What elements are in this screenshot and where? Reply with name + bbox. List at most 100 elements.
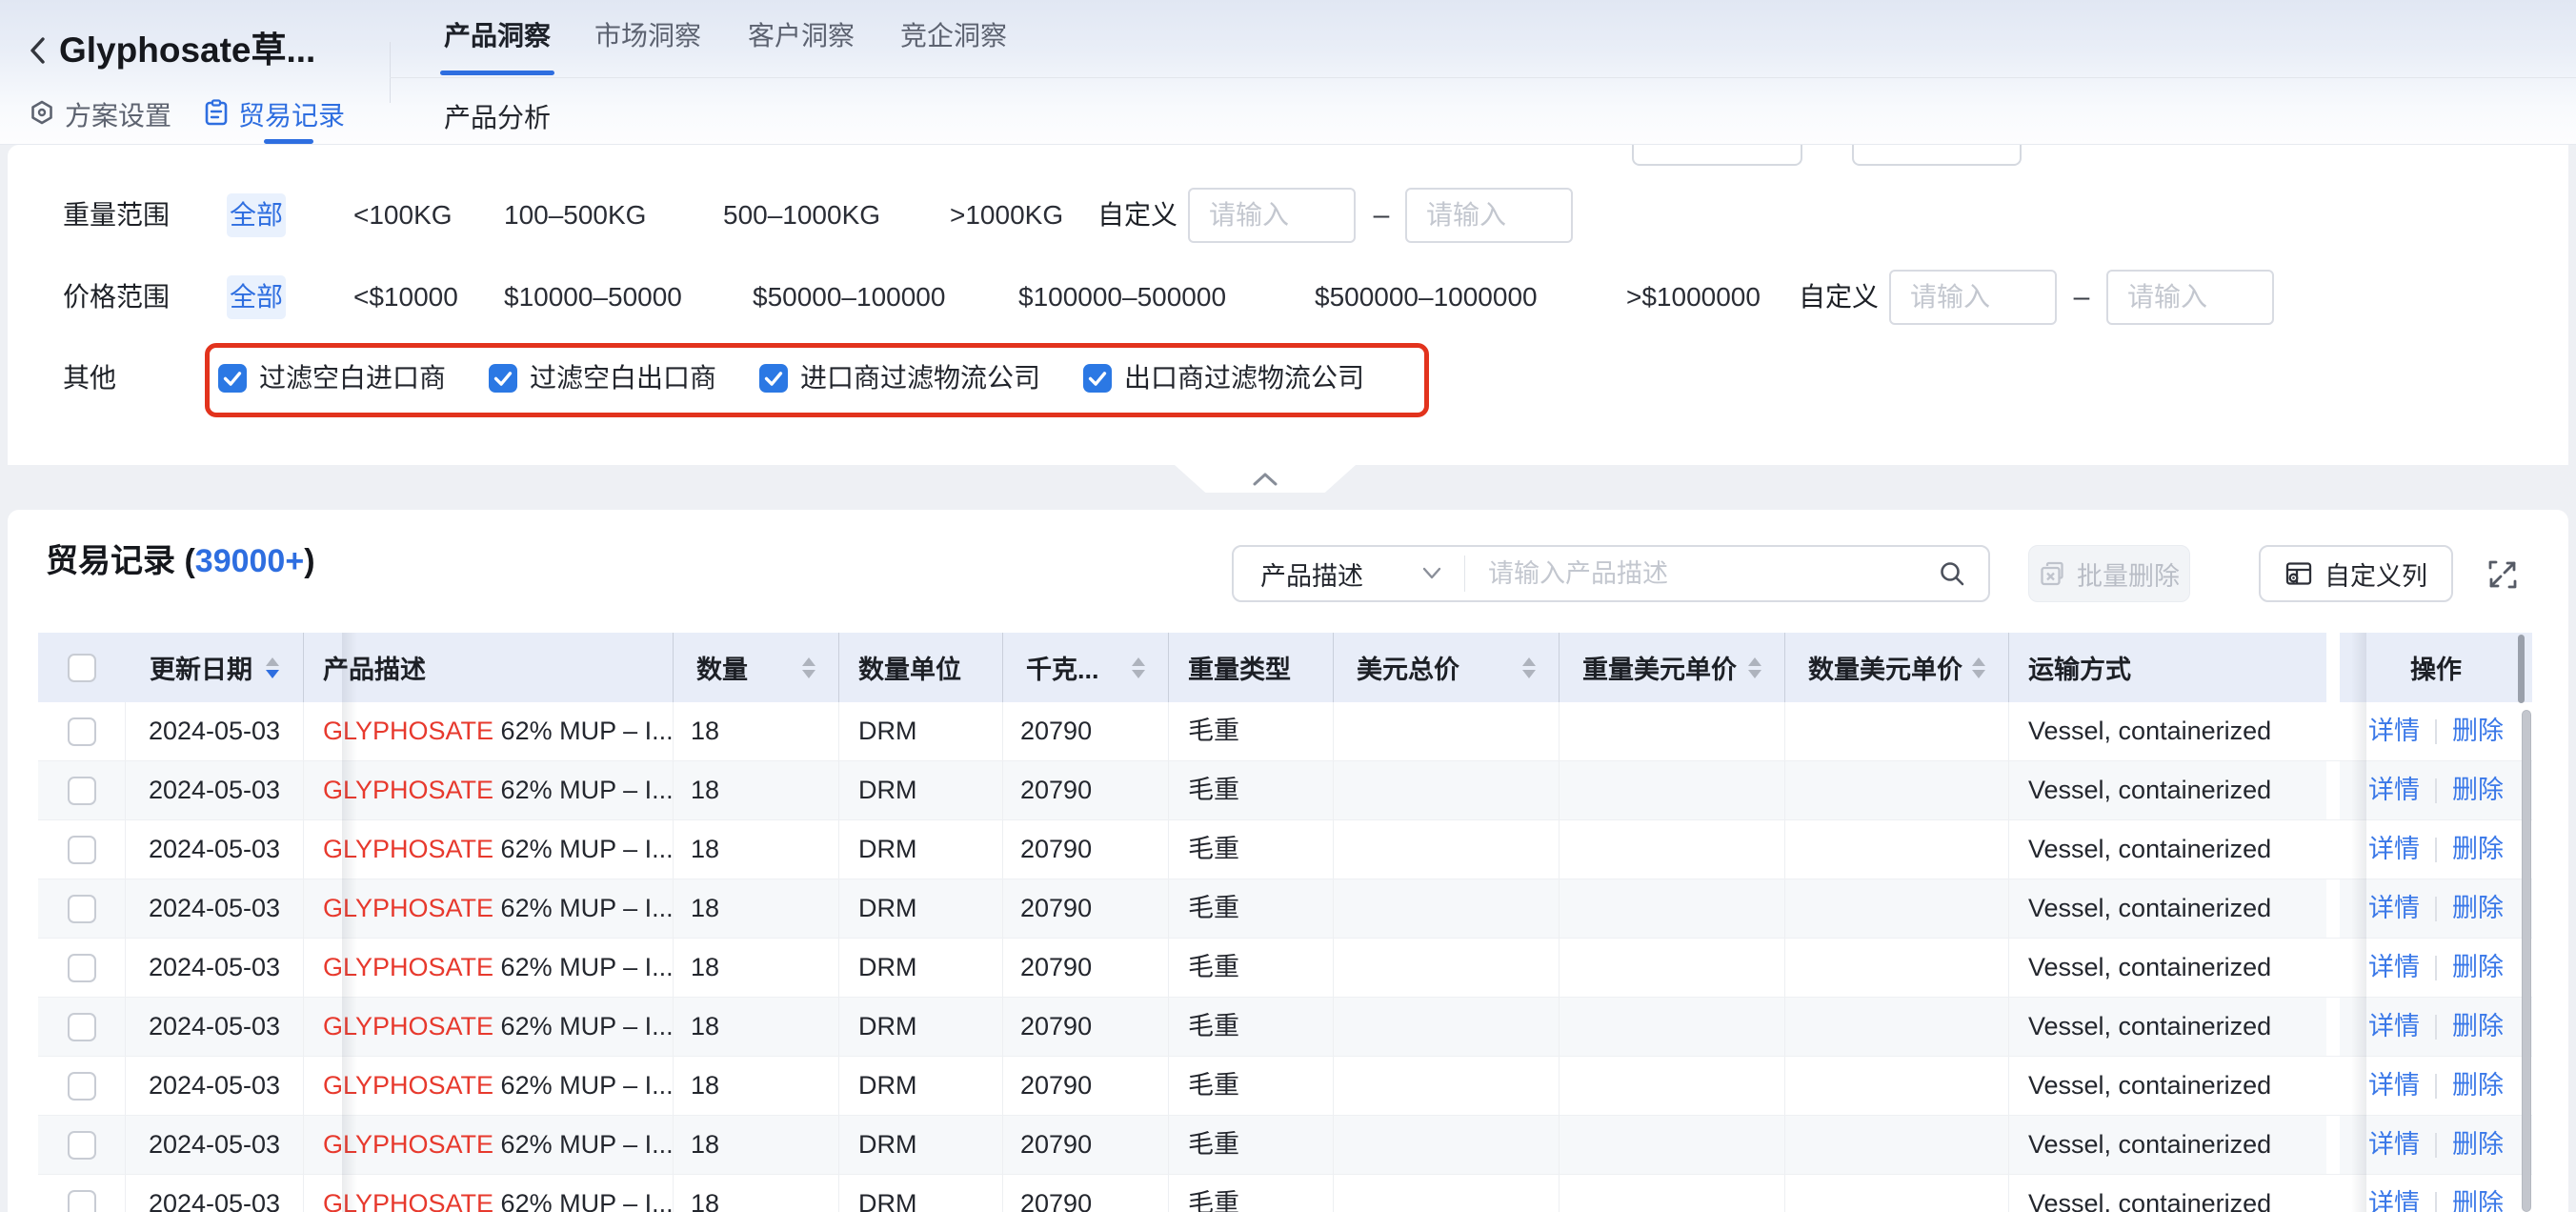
vertical-scrollbar-thumb[interactable] <box>2522 710 2531 1212</box>
row-checkbox[interactable] <box>68 1190 96 1212</box>
delete-link[interactable]: 删除 <box>2452 939 2504 997</box>
detail-link[interactable]: 详情 <box>2368 998 2420 1056</box>
table-row: 2024-05-03 GLYPHOSATE 62% MUP – I... 18 … <box>38 761 2532 820</box>
row-checkbox[interactable] <box>68 954 96 982</box>
back-icon[interactable] <box>25 34 50 71</box>
weight-opt-gt1000[interactable]: >1000KG <box>950 193 1063 237</box>
weight-opt-500-1000[interactable]: 500–1000KG <box>723 193 880 237</box>
delete-link[interactable]: 删除 <box>2452 761 2504 819</box>
row-checkbox[interactable] <box>68 777 96 805</box>
cell-quantity-unit: DRM <box>839 761 1003 819</box>
detail-link[interactable]: 详情 <box>2368 1057 2420 1115</box>
search-field-select[interactable]: 产品描述 <box>1234 556 1464 593</box>
checked-checkbox-icon <box>1083 364 1112 393</box>
row-checkbox[interactable] <box>68 895 96 923</box>
table-row: 2024-05-03 GLYPHOSATE 62% MUP – I... 18 … <box>38 820 2532 879</box>
cell-usd-per-quantity <box>1785 702 2009 760</box>
weight-range-label: 重量范围 <box>63 193 170 237</box>
sorter-usd-total[interactable] <box>1522 657 1536 678</box>
delete-link[interactable]: 删除 <box>2452 1057 2504 1115</box>
delete-link[interactable]: 删除 <box>2452 1175 2504 1212</box>
select-all-checkbox[interactable] <box>68 654 96 682</box>
checkbox-exporter-filter-logistics[interactable]: 出口商过滤物流公司 <box>1083 364 1364 393</box>
tab-product-insight[interactable]: 产品洞察 <box>444 17 551 55</box>
cell-product-desc: GLYPHOSATE 62% MUP – I... <box>304 998 674 1056</box>
action-divider <box>2435 956 2437 980</box>
trade-records-table: 更新日期 产品描述 数量 数量单位 千克... 重量类型 美元总价 重量美元单价 <box>38 633 2532 1212</box>
detail-link[interactable]: 详情 <box>2368 1116 2420 1174</box>
weight-opt-lt100[interactable]: <100KG <box>353 193 453 237</box>
tab-product-analysis[interactable]: 产品分析 <box>444 99 551 137</box>
fixed-column-gap <box>2326 1116 2340 1174</box>
weight-custom-label: 自定义 <box>1097 193 1177 237</box>
sidebar-item-plan-settings[interactable]: 方案设置 <box>29 99 171 133</box>
price-min-input[interactable] <box>1889 270 2057 325</box>
checkbox-importer-filter-logistics[interactable]: 进口商过滤物流公司 <box>759 364 1040 393</box>
weight-max-input[interactable] <box>1405 188 1573 243</box>
tab-competitor-insight[interactable]: 竞企洞察 <box>900 17 1007 55</box>
sorter-quantity[interactable] <box>802 657 815 678</box>
delete-link[interactable]: 删除 <box>2452 820 2504 879</box>
other-filters-row: 过滤空白进口商 过滤空白出口商 进口商过滤物流公司 出口商过滤物流公司 <box>218 364 1364 393</box>
delete-link[interactable]: 删除 <box>2452 879 2504 938</box>
weight-all-chip[interactable]: 全部 <box>227 193 286 237</box>
price-all-chip[interactable]: 全部 <box>227 275 286 319</box>
batch-delete-button[interactable]: 批量删除 <box>2028 545 2190 602</box>
cell-usd-per-quantity <box>1785 1057 2009 1115</box>
weight-min-input[interactable] <box>1188 188 1356 243</box>
row-checkbox[interactable] <box>68 1013 96 1041</box>
search-icon[interactable] <box>1937 558 1967 589</box>
row-checkbox[interactable] <box>68 836 96 864</box>
delete-link[interactable]: 删除 <box>2452 998 2504 1056</box>
delete-link[interactable]: 删除 <box>2452 702 2504 760</box>
detail-link[interactable]: 详情 <box>2368 939 2420 997</box>
price-opt-3[interactable]: $50000–100000 <box>753 275 945 319</box>
cell-product-desc: GLYPHOSATE 62% MUP – I... <box>304 1175 674 1212</box>
highlighted-keyword: GLYPHOSATE <box>323 1071 493 1100</box>
delete-link[interactable]: 删除 <box>2452 1116 2504 1174</box>
row-checkbox[interactable] <box>68 717 96 746</box>
sorter-update-date[interactable] <box>266 657 279 678</box>
price-opt-2[interactable]: $10000–50000 <box>504 275 682 319</box>
cell-weight-type: 毛重 <box>1169 702 1334 760</box>
cell-quantity: 18 <box>674 820 839 879</box>
detail-link[interactable]: 详情 <box>2368 1175 2420 1212</box>
weight-opt-100-500[interactable]: 100–500KG <box>504 193 646 237</box>
cell-usd-total <box>1334 1057 1560 1115</box>
price-opt-6[interactable]: >$1000000 <box>1626 275 1761 319</box>
checkbox-filter-blank-exporter[interactable]: 过滤空白出口商 <box>489 364 716 393</box>
table-row: 2024-05-03 GLYPHOSATE 62% MUP – I... 18 … <box>38 879 2532 939</box>
cell-update-date: 2024-05-03 <box>126 939 304 997</box>
row-checkbox[interactable] <box>68 1072 96 1101</box>
detail-link[interactable]: 详情 <box>2368 879 2420 938</box>
custom-columns-icon <box>2284 560 2313 587</box>
tab-market-insight[interactable]: 市场洞察 <box>594 17 701 55</box>
sorter-kilograms[interactable] <box>1132 657 1145 678</box>
row-checkbox[interactable] <box>68 1131 96 1160</box>
sorter-usd-per-quantity[interactable] <box>1972 657 1985 678</box>
cell-product-desc: GLYPHOSATE 62% MUP – I... <box>304 702 674 760</box>
detail-link[interactable]: 详情 <box>2368 820 2420 879</box>
price-opt-5[interactable]: $500000–1000000 <box>1315 275 1538 319</box>
detail-link[interactable]: 详情 <box>2368 702 2420 760</box>
custom-columns-button[interactable]: 自定义列 <box>2259 545 2453 602</box>
sidebar-item-trade-records[interactable]: 贸易记录 <box>204 99 345 133</box>
highlighted-keyword: GLYPHOSATE <box>323 894 493 922</box>
cell-usd-per-weight <box>1560 702 1785 760</box>
price-opt-4[interactable]: $100000–500000 <box>1018 275 1226 319</box>
cell-kilograms: 20790 <box>1003 1175 1169 1212</box>
fullscreen-icon[interactable] <box>2486 558 2519 596</box>
cell-usd-per-weight <box>1560 998 1785 1056</box>
detail-link[interactable]: 详情 <box>2368 761 2420 819</box>
fixed-column-gap <box>2326 939 2340 997</box>
sorter-usd-per-weight[interactable] <box>1748 657 1761 678</box>
checkbox-filter-blank-importer[interactable]: 过滤空白进口商 <box>218 364 446 393</box>
tab-customer-insight[interactable]: 客户洞察 <box>748 17 855 55</box>
cell-quantity-unit: DRM <box>839 820 1003 879</box>
tabs-divider <box>390 77 2576 78</box>
search-input[interactable] <box>1465 559 1937 589</box>
chevron-up-icon <box>1250 472 1280 487</box>
price-opt-1[interactable]: <$10000 <box>353 275 458 319</box>
collapse-filters-handle[interactable] <box>1175 465 1356 493</box>
price-max-input[interactable] <box>2106 270 2274 325</box>
